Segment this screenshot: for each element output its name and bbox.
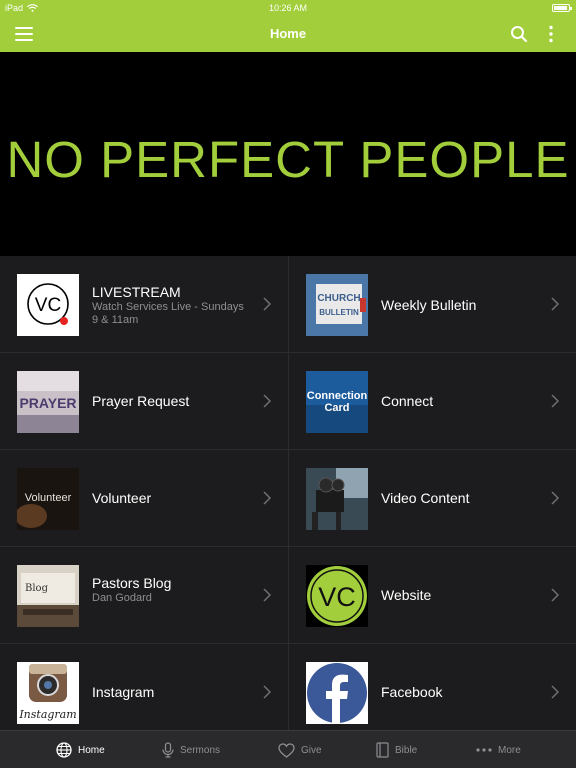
tile-video-content[interactable]: Video Content (288, 450, 576, 547)
tile-label: Pastors Blog (92, 575, 172, 591)
tab-home[interactable]: Home (56, 731, 105, 768)
more-dots-icon (476, 748, 492, 752)
chevron-right-icon (551, 685, 560, 699)
tile-label: Facebook (381, 684, 443, 700)
app-screen: iPad 10:26 AM Home NO PERFECT PEOPLE VC … (0, 0, 576, 768)
more-vertical-icon[interactable] (545, 25, 557, 43)
chevron-right-icon (551, 491, 560, 505)
search-icon[interactable] (510, 25, 528, 43)
tile-sub: Dan Godard (92, 592, 152, 604)
nav-bar: Home (0, 16, 576, 52)
tile-label: Weekly Bulletin (381, 297, 477, 313)
tile-prayer-request[interactable]: PRAYER Prayer Request (0, 353, 288, 450)
tile-label: Website (381, 587, 432, 603)
prayer-image-icon: PRAYER (17, 371, 79, 433)
tile-livestream[interactable]: VC LIVESTREAM Watch Services Live - Sund… (0, 256, 288, 353)
tile-label: Volunteer (92, 490, 152, 506)
church-bulletin-image-icon: CHURCH BULLETIN (306, 274, 368, 336)
chevron-right-icon (263, 491, 272, 505)
svg-text:VC: VC (35, 295, 61, 316)
chevron-right-icon (551, 588, 560, 602)
tab-bar: Home Sermons Give Bible More (0, 730, 576, 768)
svg-text:Instagram: Instagram (18, 708, 76, 721)
chevron-right-icon (551, 394, 560, 408)
chevron-right-icon (551, 297, 560, 311)
svg-text:PRAYER: PRAYER (19, 395, 76, 411)
tile-connect[interactable]: Connection Card Connect (288, 353, 576, 450)
hero-banner[interactable]: NO PERFECT PEOPLE (0, 52, 576, 256)
status-bar: iPad 10:26 AM (0, 0, 576, 16)
tab-label: Home (78, 744, 105, 756)
status-time: 10:26 AM (268, 3, 308, 13)
battery-icon (552, 4, 572, 12)
tile-website[interactable]: VC Website (288, 547, 576, 644)
svg-text:VC: VC (318, 582, 356, 612)
heart-icon (278, 742, 295, 758)
svg-text:CHURCH: CHURCH (317, 293, 360, 304)
svg-text:Connection: Connection (307, 390, 368, 402)
microphone-icon (162, 742, 174, 758)
connection-card-image-icon: Connection Card (306, 371, 368, 433)
vc-green-logo-icon: VC (306, 565, 368, 627)
vc-live-logo-icon: VC (17, 274, 79, 336)
tile-volunteer[interactable]: Volunteer Volunteer (0, 450, 288, 547)
svg-text:BULLETIN: BULLETIN (319, 308, 359, 317)
tile-sub: Watch Services Live - Sundays 9 & 11am (92, 301, 244, 326)
facebook-logo-icon (306, 662, 368, 724)
tab-give[interactable]: Give (278, 731, 322, 768)
tile-instagram[interactable]: Instagram Instagram (0, 644, 288, 741)
chevron-right-icon (263, 685, 272, 699)
svg-text:Blog: Blog (25, 583, 49, 594)
svg-text:Card: Card (324, 402, 349, 414)
tile-label: Prayer Request (92, 393, 190, 409)
blog-typewriter-image-icon: Blog (17, 565, 79, 627)
page-title: Home (269, 26, 307, 41)
chevron-right-icon (263, 394, 272, 408)
tab-label: Give (301, 744, 322, 756)
volunteer-image-icon: Volunteer (17, 468, 79, 530)
book-icon (376, 742, 389, 758)
tab-label: Sermons (180, 744, 221, 756)
tile-label: Connect (381, 393, 434, 409)
globe-icon (56, 742, 72, 758)
tile-weekly-bulletin[interactable]: CHURCH BULLETIN Weekly Bulletin (288, 256, 576, 353)
video-camera-image-icon (306, 468, 368, 530)
chevron-right-icon (263, 588, 272, 602)
tile-label: Video Content (381, 490, 470, 506)
instagram-logo-icon: Instagram (17, 662, 79, 724)
menu-grid: VC LIVESTREAM Watch Services Live - Sund… (0, 256, 576, 741)
tab-more[interactable]: More (476, 731, 521, 768)
tab-bible[interactable]: Bible (376, 731, 417, 768)
tile-pastors-blog[interactable]: Blog Pastors Blog Dan Godard (0, 547, 288, 644)
tab-label: Bible (395, 744, 418, 756)
tile-facebook[interactable]: Facebook (288, 644, 576, 741)
tab-sermons[interactable]: Sermons (162, 731, 220, 768)
svg-text:Volunteer: Volunteer (25, 492, 72, 504)
tab-label: More (498, 744, 521, 756)
banner-title: NO PERFECT PEOPLE (6, 131, 570, 188)
chevron-right-icon (263, 297, 272, 311)
tile-label: LIVESTREAM (92, 284, 181, 300)
tile-label: Instagram (92, 684, 155, 700)
